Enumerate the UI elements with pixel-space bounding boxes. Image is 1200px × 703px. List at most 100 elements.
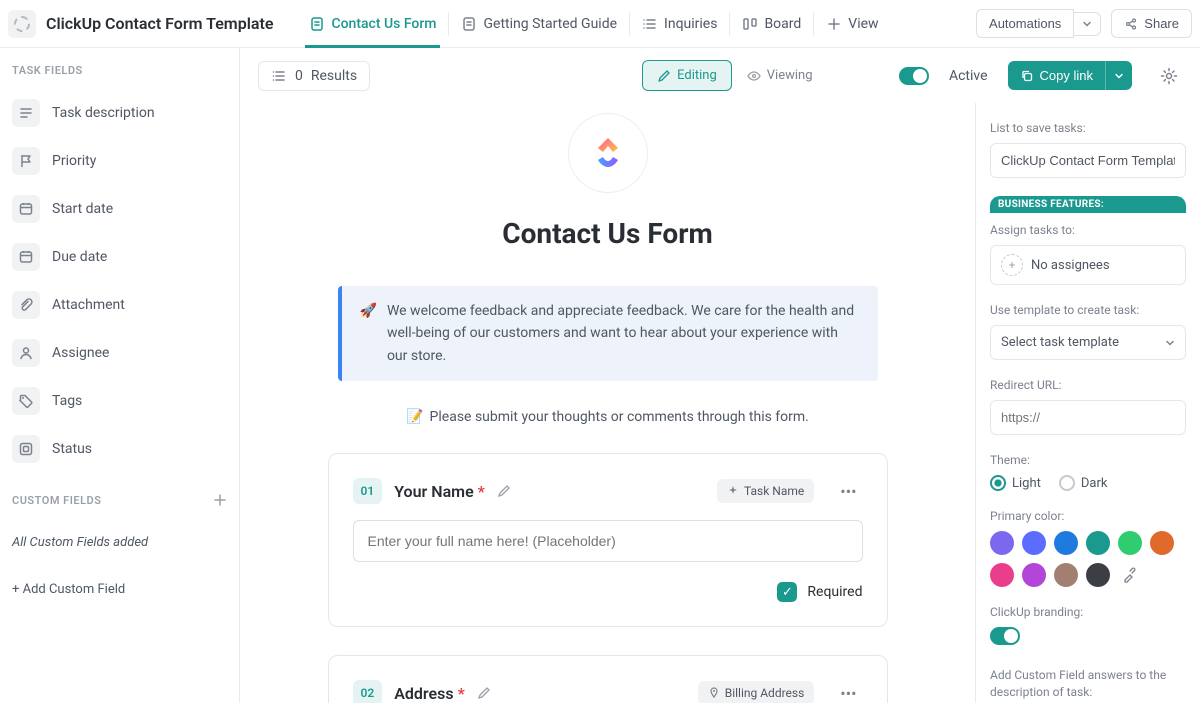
color-swatch[interactable]: [1054, 563, 1078, 587]
field-name: Your Name *: [394, 482, 485, 501]
share-button[interactable]: Share: [1111, 9, 1192, 38]
color-swatch[interactable]: [1054, 531, 1078, 555]
automations-dropdown[interactable]: [1074, 12, 1101, 36]
tab-inquiries[interactable]: Inquiries: [630, 0, 729, 48]
edit-name-button[interactable]: [477, 686, 491, 700]
color-swatch[interactable]: [1086, 563, 1110, 587]
list-to-save-label: List to save tasks:: [990, 121, 1186, 135]
editing-button[interactable]: Editing: [642, 60, 732, 91]
theme-dark-option[interactable]: Dark: [1059, 475, 1108, 491]
space-icon[interactable]: [8, 10, 36, 38]
form-field-card[interactable]: 01 Your Name * Task Name ••• ✓: [328, 453, 888, 627]
field-task-description[interactable]: Task description: [0, 89, 239, 137]
add-view-label: View: [848, 16, 878, 32]
form-logo[interactable]: [568, 113, 648, 193]
branding-label: ClickUp branding:: [990, 605, 1186, 619]
radio-icon: [990, 475, 1006, 491]
doc-icon: [461, 16, 477, 32]
list-to-save-input[interactable]: [990, 143, 1186, 178]
eyedropper-icon: [1122, 567, 1138, 583]
sparkle-icon: [727, 485, 739, 497]
form-title[interactable]: Contact Us Form: [502, 217, 713, 250]
required-label: Required: [807, 584, 862, 600]
center-toolbar: 0 Results Editing Viewing Active: [240, 48, 1200, 103]
more-button[interactable]: •••: [834, 482, 862, 501]
tab-label: Contact Us Form: [331, 16, 436, 32]
assign-tasks-label: Assign tasks to:: [990, 223, 1186, 237]
form-intro[interactable]: 🚀 We welcome feedback and appreciate fee…: [338, 286, 878, 381]
eyedropper-button[interactable]: [1118, 563, 1142, 587]
view-tabs: Contact Us Form Getting Started Guide In…: [297, 0, 890, 48]
color-swatch[interactable]: [1022, 531, 1046, 555]
assignee-selector[interactable]: + No assignees: [990, 245, 1186, 285]
tag-icon: [12, 387, 40, 415]
field-label: Status: [52, 441, 92, 457]
form-icon: [309, 16, 325, 32]
field-attachment[interactable]: Attachment: [0, 281, 239, 329]
theme-light-option[interactable]: Light: [990, 475, 1041, 491]
pencil-icon: [657, 69, 671, 83]
chevron-down-icon: [1165, 338, 1175, 348]
calendar-icon: [12, 243, 40, 271]
color-swatch[interactable]: [1086, 531, 1110, 555]
person-icon: [12, 339, 40, 367]
list-icon: [271, 68, 287, 84]
redirect-input[interactable]: [990, 400, 1186, 435]
tab-label: Board: [764, 16, 801, 32]
color-swatch[interactable]: [1022, 563, 1046, 587]
tab-board[interactable]: Board: [730, 0, 813, 48]
results-button[interactable]: 0 Results: [258, 61, 370, 91]
field-status[interactable]: Status: [0, 425, 239, 473]
field-type-chip[interactable]: Billing Address: [698, 681, 815, 703]
results-count: 0: [295, 68, 303, 84]
form-canvas: Contact Us Form 🚀 We welcome feedback an…: [240, 103, 976, 703]
page-title: ClickUp Contact Form Template: [46, 14, 273, 33]
add-custom-field-button[interactable]: + Add Custom Field: [0, 566, 239, 613]
field-label: Attachment: [52, 297, 125, 313]
color-swatch[interactable]: [1150, 531, 1174, 555]
eye-icon: [747, 69, 761, 83]
copy-link-dropdown[interactable]: [1105, 61, 1132, 90]
tab-contact-us-form[interactable]: Contact Us Form: [297, 0, 448, 48]
edit-name-button[interactable]: [497, 484, 511, 498]
template-label: Use template to create task:: [990, 303, 1186, 317]
color-swatch[interactable]: [990, 563, 1014, 587]
automations-button[interactable]: Automations: [976, 9, 1074, 38]
active-toggle[interactable]: [899, 67, 929, 85]
pencil-icon: [497, 484, 511, 498]
field-priority[interactable]: Priority: [0, 137, 239, 185]
color-swatches: [990, 531, 1186, 587]
field-label: Assignee: [52, 345, 109, 361]
mode-toggle: Editing Viewing: [642, 60, 827, 91]
redirect-label: Redirect URL:: [990, 378, 1186, 392]
field-start-date[interactable]: Start date: [0, 185, 239, 233]
field-tags[interactable]: Tags: [0, 377, 239, 425]
right-panel: List to save tasks: BUSINESS FEATURES: A…: [976, 103, 1200, 703]
field-number: 01: [353, 478, 383, 504]
field-due-date[interactable]: Due date: [0, 233, 239, 281]
color-swatch[interactable]: [990, 531, 1014, 555]
field-assignee[interactable]: Assignee: [0, 329, 239, 377]
settings-button[interactable]: [1156, 63, 1182, 89]
task-fields-heading: TASK FIELDS: [0, 64, 239, 89]
gear-icon: [1160, 67, 1178, 85]
branding-toggle[interactable]: [990, 627, 1020, 645]
more-button[interactable]: •••: [834, 684, 862, 703]
share-icon: [1124, 17, 1138, 31]
color-swatch[interactable]: [1118, 531, 1142, 555]
tab-getting-started[interactable]: Getting Started Guide: [449, 0, 629, 48]
pencil-icon: [477, 686, 491, 700]
add-view-button[interactable]: View: [814, 0, 890, 48]
viewing-button[interactable]: Viewing: [732, 60, 828, 91]
field-label: Tags: [52, 393, 82, 409]
plus-icon: [826, 16, 842, 32]
copy-link-button[interactable]: Copy link: [1008, 61, 1105, 90]
required-checkbox[interactable]: ✓: [777, 582, 797, 602]
field-label: Task description: [52, 105, 155, 121]
plus-icon[interactable]: [213, 493, 227, 507]
template-select[interactable]: Select task template: [990, 325, 1186, 360]
field-placeholder-input[interactable]: [353, 520, 863, 562]
form-subline[interactable]: 📝 Please submit your thoughts or comment…: [406, 409, 809, 425]
field-type-chip[interactable]: Task Name: [717, 479, 814, 503]
form-field-card[interactable]: 02 Address * Billing Address •••: [328, 655, 888, 703]
